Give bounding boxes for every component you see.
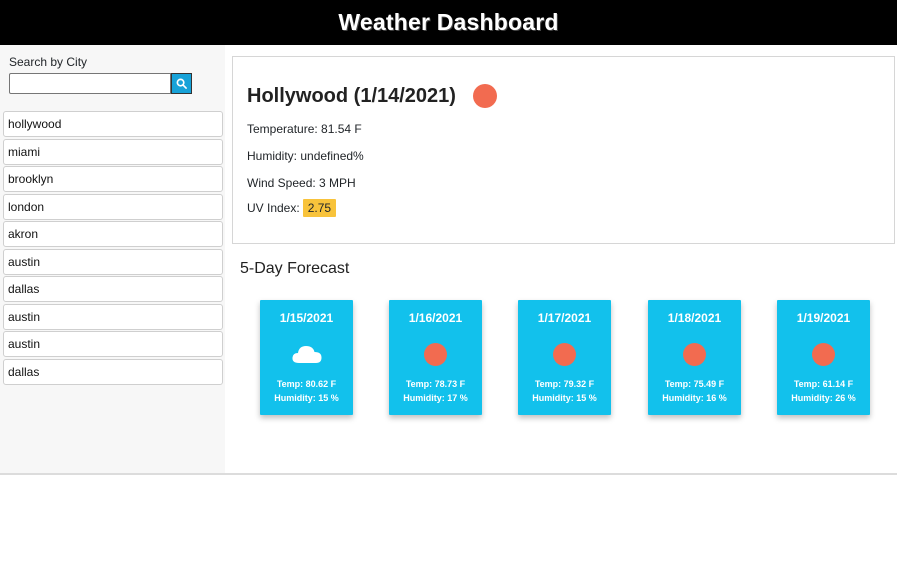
current-humidity: Humidity: undefined% xyxy=(247,149,364,163)
forecast-temp: Temp: 78.73 F xyxy=(405,379,466,389)
forecast-heading: 5-Day Forecast xyxy=(240,260,350,277)
search-button[interactable] xyxy=(171,73,192,94)
sun-icon xyxy=(473,84,497,108)
city-history-item[interactable]: austin xyxy=(3,331,223,357)
city-history-item[interactable]: dallas xyxy=(3,358,223,385)
page-divider xyxy=(0,473,897,475)
forecast-date: 1/17/2021 xyxy=(537,311,592,325)
current-uv-index: UV Index: 2.75 xyxy=(247,199,337,217)
forecast-date: 1/19/2021 xyxy=(796,311,851,325)
forecast-temp: Temp: 79.32 F xyxy=(534,379,595,389)
forecast-date: 1/16/2021 xyxy=(408,311,463,325)
sun-icon xyxy=(683,343,706,366)
current-wind-speed: Wind Speed: 3 MPH xyxy=(247,176,356,190)
city-history-item[interactable]: miami xyxy=(3,138,223,165)
uv-index-badge: 2.75 xyxy=(302,199,337,217)
forecast-date: 1/18/2021 xyxy=(667,311,722,325)
city-history-item[interactable]: austin xyxy=(3,248,223,275)
search-icon xyxy=(176,78,187,89)
city-history-item[interactable]: dallas xyxy=(3,276,223,302)
forecast-temp: Temp: 61.14 F xyxy=(793,379,854,389)
forecast-card: 1/15/2021 Temp: 80.62 F Humidity: 15 % xyxy=(260,300,353,415)
sun-icon xyxy=(812,343,835,366)
forecast-date: 1/15/2021 xyxy=(279,311,334,325)
search-input[interactable] xyxy=(9,73,171,94)
forecast-humidity: Humidity: 15 % xyxy=(532,393,597,403)
forecast-card: 1/18/2021 Temp: 75.49 F Humidity: 16 % xyxy=(648,300,741,415)
forecast-humidity: Humidity: 17 % xyxy=(403,393,468,403)
forecast-temp: Temp: 80.62 F xyxy=(276,379,337,389)
forecast-card: 1/19/2021 Temp: 61.14 F Humidity: 26 % xyxy=(777,300,870,415)
search-label: Search by City xyxy=(9,55,88,69)
forecast-card: 1/16/2021 Temp: 78.73 F Humidity: 17 % xyxy=(389,300,482,415)
city-history-item[interactable]: hollywood xyxy=(3,111,223,137)
uv-index-label: UV Index: xyxy=(247,201,300,215)
forecast-temp: Temp: 75.49 F xyxy=(664,379,725,389)
cloud-icon xyxy=(292,346,322,363)
page-title: Weather Dashboard xyxy=(338,9,559,35)
forecast-card: 1/17/2021 Temp: 79.32 F Humidity: 15 % xyxy=(518,300,611,415)
sun-icon xyxy=(424,343,447,366)
current-weather-card: Hollywood (1/14/2021) Temperature: 81.54… xyxy=(232,56,895,244)
city-history-item[interactable]: brooklyn xyxy=(3,166,223,192)
forecast-humidity: Humidity: 15 % xyxy=(274,393,339,403)
sidebar: Search by City hollywood miami brooklyn … xyxy=(0,45,225,473)
city-history-item[interactable]: london xyxy=(3,193,223,220)
city-history-item[interactable]: austin xyxy=(3,303,223,330)
forecast-humidity: Humidity: 26 % xyxy=(791,393,856,403)
forecast-humidity: Humidity: 16 % xyxy=(662,393,727,403)
city-history-item[interactable]: akron xyxy=(3,221,223,247)
current-city-title: Hollywood (1/14/2021) xyxy=(247,85,456,107)
sun-icon xyxy=(553,343,576,366)
current-temperature: Temperature: 81.54 F xyxy=(247,122,362,136)
search-history-list: hollywood miami brooklyn london akron au… xyxy=(3,111,223,386)
app-header: Weather Dashboard xyxy=(0,0,897,45)
